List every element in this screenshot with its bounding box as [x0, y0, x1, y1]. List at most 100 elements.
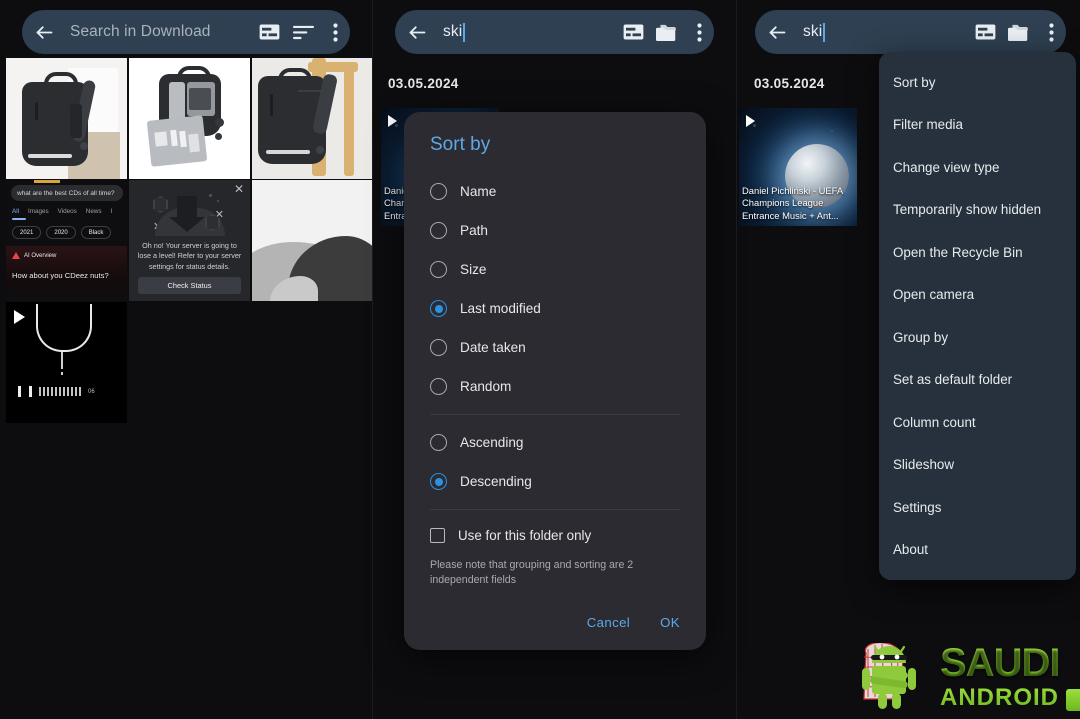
menu-item-group-by[interactable]: Group by — [879, 316, 1076, 359]
sort-option-last-modified[interactable]: Last modified — [404, 289, 706, 328]
server-error-screenshot: ✕ ✕ ✕ Oh no! Your server is going to los… — [129, 180, 250, 301]
grid-item-backpack-chair[interactable] — [252, 58, 372, 179]
play-icon — [746, 115, 755, 127]
grid-item-server-error[interactable]: ✕ ✕ ✕ Oh no! Your server is going to los… — [129, 180, 250, 301]
ok-button[interactable]: OK — [660, 615, 680, 630]
menu-item-set-as-default-folder[interactable]: Set as default folder — [879, 359, 1076, 402]
google-search-screenshot: what are the best CDs of all time? All I… — [6, 180, 127, 301]
option-label: Descending — [460, 474, 532, 489]
search-input-value: ski — [803, 23, 823, 40]
dialog-title: Sort by — [430, 134, 491, 155]
radio-button[interactable] — [430, 339, 447, 356]
error-illustration — [147, 190, 233, 236]
back-arrow-icon[interactable] — [755, 10, 799, 54]
sort-by-dialog: Sort by Name Path Size Last modified Dat… — [404, 112, 706, 650]
folder-icon[interactable] — [650, 10, 684, 54]
radio-button[interactable] — [430, 183, 447, 200]
grid-item-backpack-open[interactable] — [129, 58, 250, 179]
menu-item-about[interactable]: About — [879, 529, 1076, 572]
radio-button[interactable] — [430, 434, 447, 451]
use-for-this-folder-checkbox-row[interactable]: Use for this folder only — [404, 518, 706, 552]
option-label: Date taken — [460, 340, 526, 355]
watermark-text: SAUDI ANDROID — [940, 641, 1060, 711]
search-bar[interactable]: ski — [395, 10, 714, 54]
search-input[interactable]: ski — [799, 22, 968, 42]
play-icon — [14, 310, 25, 324]
watermark-accent-bar — [1066, 689, 1080, 711]
menu-item-temporarily-show-hidden[interactable]: Temporarily show hidden — [879, 189, 1076, 232]
media-card[interactable]: Daniel Pichliński - UEFA Champions Leagu… — [739, 108, 857, 226]
video-controls-overlay: 06 — [18, 386, 95, 397]
watermark-line2: ANDROID — [940, 684, 1059, 711]
option-label: Size — [460, 262, 487, 277]
menu-item-filter-media[interactable]: Filter media — [879, 104, 1076, 147]
folder-icon[interactable] — [1002, 10, 1036, 54]
sort-option-date-taken[interactable]: Date taken — [404, 328, 706, 367]
pause-icon — [18, 386, 32, 397]
play-icon — [388, 115, 397, 127]
menu-item-open-camera[interactable]: Open camera — [879, 274, 1076, 317]
option-label: Last modified — [460, 301, 541, 316]
grid-item-gray-mountain[interactable] — [252, 180, 372, 301]
menu-item-settings[interactable]: Settings — [879, 486, 1076, 529]
sort-option-random[interactable]: Random — [404, 367, 706, 406]
text-caret — [823, 22, 826, 42]
back-arrow-icon[interactable] — [395, 10, 439, 54]
google-query-text: what are the best CDs of all time? — [11, 185, 123, 201]
sort-option-path[interactable]: Path — [404, 211, 706, 250]
menu-item-sort-by[interactable]: Sort by — [879, 61, 1076, 104]
search-input[interactable]: Search in Download — [66, 23, 252, 41]
overflow-menu-icon[interactable] — [320, 10, 350, 54]
backpack-chair-photo — [252, 58, 372, 179]
close-icon: ✕ — [233, 182, 244, 196]
search-bar[interactable]: ski — [755, 10, 1066, 54]
dialog-actions: Cancel OK — [404, 589, 706, 642]
grid-item-dark-video[interactable]: 06 — [6, 302, 127, 423]
ai-overview-label: AI Overview — [24, 252, 57, 259]
cancel-button[interactable]: Cancel — [587, 615, 630, 630]
sort-option-name[interactable]: Name — [404, 172, 706, 211]
sort-icon[interactable] — [286, 10, 320, 54]
grid-item-backpack-worn[interactable] — [6, 58, 127, 179]
option-label: Name — [460, 184, 497, 199]
dialog-note: Please note that grouping and sorting ar… — [430, 559, 634, 587]
menu-item-change-view-type[interactable]: Change view type — [879, 146, 1076, 189]
radio-button-selected[interactable] — [430, 473, 447, 490]
ai-overview-text: How about you CDeez nuts? — [12, 271, 109, 280]
menu-item-slideshow[interactable]: Slideshow — [879, 444, 1076, 487]
card-view-icon[interactable] — [616, 10, 650, 54]
date-header: 03.05.2024 — [754, 76, 825, 91]
ai-overview-icon — [12, 252, 20, 259]
grid-item-google-screenshot[interactable]: what are the best CDs of all time? All I… — [6, 180, 127, 301]
radio-button[interactable] — [430, 378, 447, 395]
overflow-menu-icon[interactable] — [1036, 10, 1066, 54]
radio-button-selected[interactable] — [430, 300, 447, 317]
radio-button[interactable] — [430, 222, 447, 239]
back-arrow-icon[interactable] — [22, 10, 66, 54]
checkbox-label: Use for this folder only — [458, 527, 592, 543]
overflow-menu-popup: Sort by Filter media Change view type Te… — [879, 52, 1076, 580]
menu-item-open-the-recycle-bin[interactable]: Open the Recycle Bin — [879, 231, 1076, 274]
media-title: Daniel Pichliński - UEFA Champions Leagu… — [742, 184, 843, 221]
card-view-icon[interactable] — [968, 10, 1002, 54]
sort-option-size[interactable]: Size — [404, 250, 706, 289]
search-bar[interactable]: Search in Download — [22, 10, 350, 54]
card-view-icon[interactable] — [252, 10, 286, 54]
search-input-value: ski — [443, 23, 463, 40]
checkbox[interactable] — [430, 527, 445, 543]
backpack-open-photo — [129, 58, 250, 179]
radio-button[interactable] — [430, 261, 447, 278]
watermark: SAUDI ANDROID — [848, 641, 1080, 713]
watermark-line1: SAUDI — [940, 641, 1060, 685]
backpack-worn-photo — [6, 58, 127, 179]
date-header: 03.05.2024 — [388, 76, 459, 91]
divider — [430, 414, 680, 415]
overflow-menu-icon[interactable] — [684, 10, 714, 54]
menu-item-column-count[interactable]: Column count — [879, 401, 1076, 444]
search-input[interactable]: ski — [439, 22, 616, 42]
divider — [430, 509, 680, 510]
error-message: Oh no! Your server is going to lose a le… — [137, 241, 242, 271]
order-option-descending[interactable]: Descending — [404, 462, 706, 501]
order-option-ascending[interactable]: Ascending — [404, 423, 706, 462]
option-label: Ascending — [460, 435, 524, 450]
